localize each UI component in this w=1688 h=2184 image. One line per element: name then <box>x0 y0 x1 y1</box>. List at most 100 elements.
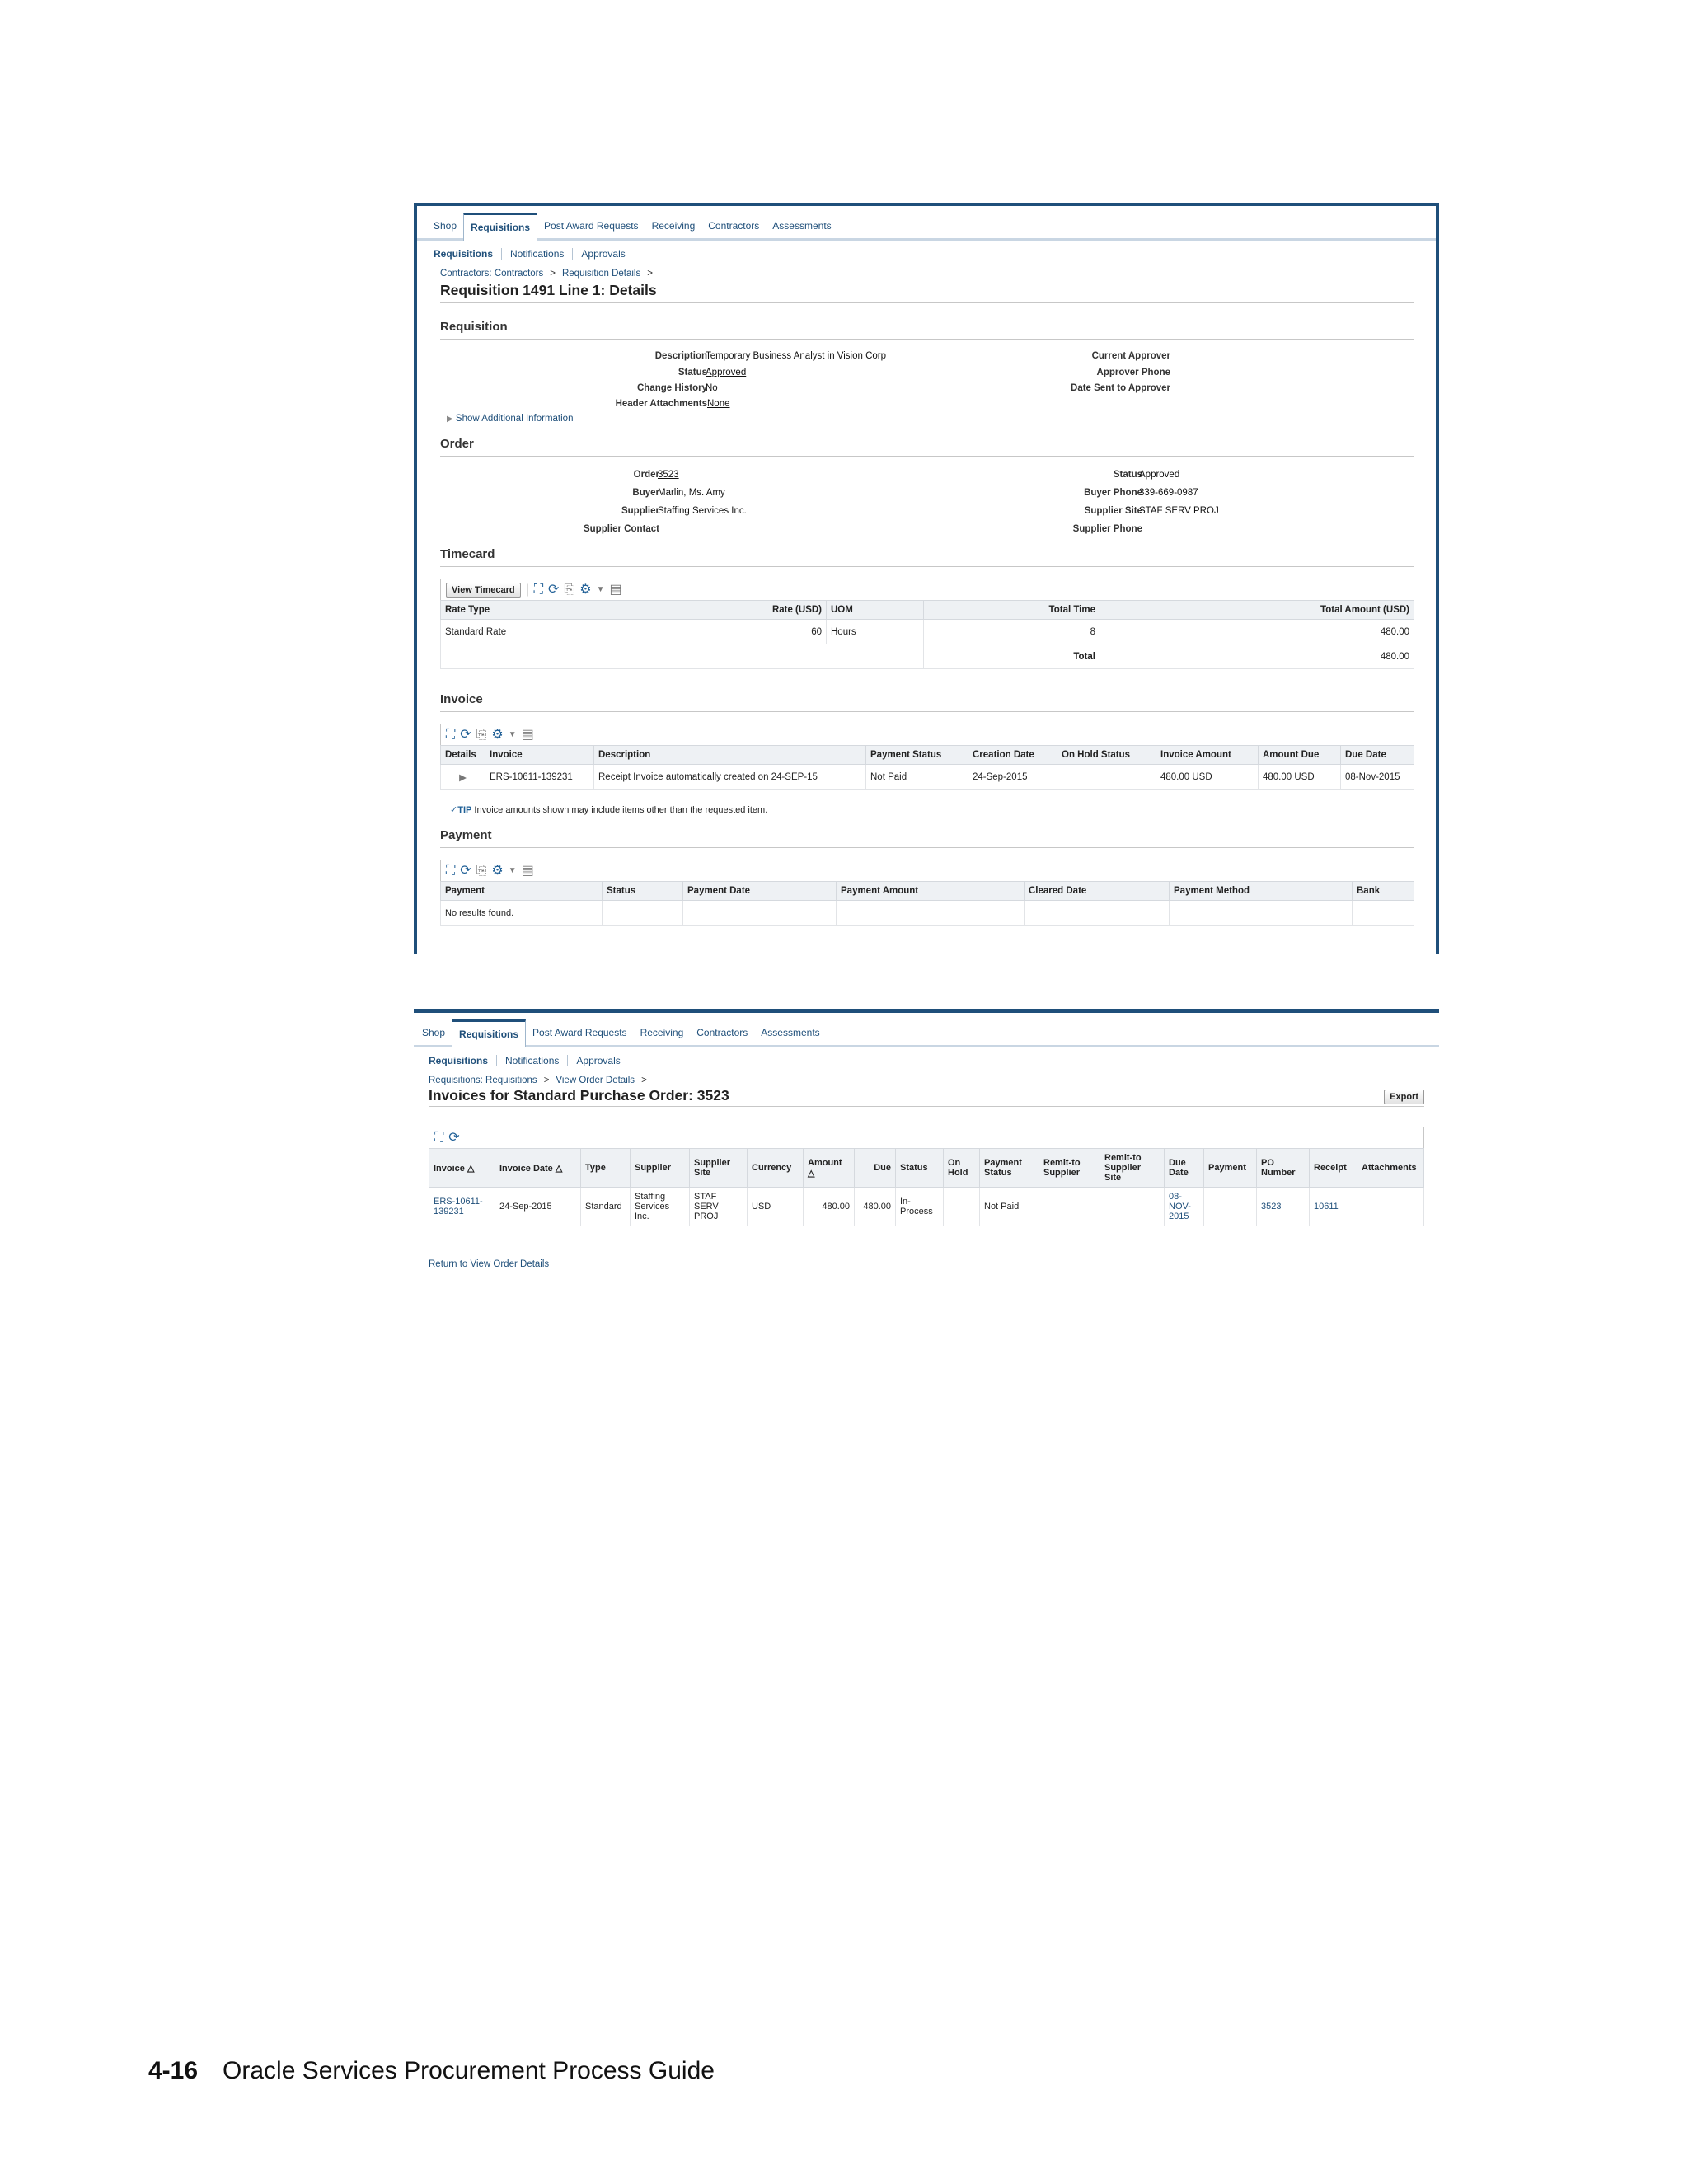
chevron-down-icon[interactable]: ▼ <box>509 866 517 875</box>
column-header[interactable]: Total Amount (USD) <box>1100 600 1414 620</box>
column-header[interactable]: Type <box>580 1148 631 1188</box>
return-link[interactable]: Return to View Order Details <box>429 1259 1439 1269</box>
subtab-approvals[interactable]: Approvals <box>568 1055 628 1066</box>
column-header[interactable]: Total Time <box>923 600 1100 620</box>
tab-requisitions[interactable]: Requisitions <box>452 1019 527 1047</box>
column-header[interactable]: Supplier Site <box>689 1148 748 1188</box>
column-header[interactable]: Payment Amount <box>836 881 1025 901</box>
gear-icon[interactable]: ⚙ <box>491 864 503 878</box>
po-number-link[interactable]: 3523 <box>1256 1187 1310 1226</box>
column-header[interactable]: Payment <box>440 881 603 901</box>
tab-requisitions[interactable]: Requisitions <box>463 213 538 241</box>
invoice-link[interactable]: ERS-10611-139231 <box>429 1187 495 1226</box>
breadcrumb-requisition-details[interactable]: Requisition Details <box>562 269 640 279</box>
header-attachments-link[interactable]: None <box>707 399 730 409</box>
subtab-requisitions[interactable]: Requisitions <box>429 1055 498 1066</box>
view-timecard-button[interactable]: View Timecard <box>446 582 521 598</box>
column-header[interactable]: Due Date <box>1164 1148 1204 1188</box>
buyer-value: Marlin, Ms. Amy <box>658 488 725 498</box>
subtab-approvals[interactable]: Approvals <box>573 248 633 260</box>
detach-icon[interactable]: ⛶ <box>446 728 455 742</box>
receipt-link[interactable]: 10611 <box>1309 1187 1357 1226</box>
column-header[interactable]: Remit-to Supplier <box>1039 1148 1100 1188</box>
subtab-notifications[interactable]: Notifications <box>502 248 574 260</box>
breadcrumb-view-order-details[interactable]: View Order Details <box>556 1076 635 1085</box>
column-header[interactable]: Amount △ <box>803 1148 855 1188</box>
column-header[interactable]: Payment Method <box>1169 881 1353 901</box>
column-header[interactable]: On Hold <box>943 1148 980 1188</box>
tab-contractors[interactable]: Contractors <box>701 220 766 238</box>
tab-post-award-requests[interactable]: Post Award Requests <box>537 220 645 238</box>
order-number-link[interactable]: 3523 <box>658 470 679 480</box>
column-header[interactable]: Remit-to Supplier Site <box>1100 1148 1165 1188</box>
column-header[interactable]: UOM <box>826 600 924 620</box>
expand-row-icon[interactable]: ▶ <box>440 764 485 790</box>
column-header[interactable]: Status <box>895 1148 944 1188</box>
refresh-icon[interactable]: ⟳ <box>460 864 471 878</box>
detach-icon[interactable]: ⛶ <box>534 583 543 597</box>
freeze-icon[interactable]: ⎘ <box>564 583 574 597</box>
breadcrumb-requisitions[interactable]: Requisitions: Requisitions <box>429 1076 537 1085</box>
tab-receiving[interactable]: Receiving <box>634 1027 691 1045</box>
column-header[interactable]: Attachments <box>1357 1148 1424 1188</box>
buyer-phone-label: Buyer Phone <box>1084 488 1142 498</box>
tab-receiving[interactable]: Receiving <box>645 220 702 238</box>
column-header[interactable]: Invoice Amount <box>1156 745 1259 765</box>
detach-icon[interactable]: ⛶ <box>434 1131 443 1145</box>
breadcrumb-contractors[interactable]: Contractors: Contractors <box>440 269 543 279</box>
chevron-down-icon[interactable]: ▼ <box>597 585 605 594</box>
refresh-icon[interactable]: ⟳ <box>448 1131 459 1145</box>
remit-to-supplier <box>1039 1187 1100 1226</box>
freeze-icon[interactable]: ⎘ <box>476 864 487 878</box>
tip-message: ✓TIP Invoice amounts shown may include i… <box>440 804 1414 815</box>
column-header[interactable]: PO Number <box>1256 1148 1310 1188</box>
export-button[interactable]: Export <box>1384 1090 1424 1104</box>
column-header[interactable]: Status <box>602 881 683 901</box>
column-header[interactable]: Bank <box>1352 881 1414 901</box>
subtab-notifications[interactable]: Notifications <box>497 1055 569 1066</box>
column-header[interactable]: Payment Date <box>682 881 837 901</box>
chevron-down-icon[interactable]: ▼ <box>509 730 517 739</box>
column-header[interactable]: Description <box>593 745 866 765</box>
column-header[interactable]: Invoice <box>485 745 594 765</box>
column-header[interactable]: Due <box>854 1148 896 1188</box>
tab-assessments[interactable]: Assessments <box>766 220 837 238</box>
column-header[interactable]: Invoice △ <box>429 1148 495 1188</box>
columns-icon[interactable]: ▤ <box>609 583 621 597</box>
refresh-icon[interactable]: ⟳ <box>548 583 559 597</box>
detach-icon[interactable]: ⛶ <box>446 864 455 878</box>
column-header[interactable]: Rate Type <box>440 600 645 620</box>
column-header[interactable]: Amount Due <box>1258 745 1341 765</box>
column-header[interactable]: Payment Status <box>865 745 968 765</box>
order-label: Order <box>633 470 659 480</box>
columns-icon[interactable]: ▤ <box>522 864 534 878</box>
column-header[interactable]: Due Date <box>1340 745 1414 765</box>
show-additional-info-link[interactable]: ▶ Show Additional Information <box>447 414 573 424</box>
column-header[interactable]: Cleared Date <box>1024 881 1170 901</box>
column-header[interactable]: Supplier <box>630 1148 690 1188</box>
column-header[interactable]: Receipt <box>1309 1148 1357 1188</box>
status-link[interactable]: Approved <box>706 368 746 377</box>
gear-icon[interactable]: ⚙ <box>579 583 591 597</box>
due-date-link[interactable]: 08-NOV-2015 <box>1164 1187 1204 1226</box>
freeze-icon[interactable]: ⎘ <box>476 728 487 742</box>
column-header[interactable]: Details <box>440 745 485 765</box>
tab-post-award-requests[interactable]: Post Award Requests <box>526 1027 634 1045</box>
invoices-table: Invoice △ Invoice Date △ Type Supplier S… <box>429 1148 1424 1226</box>
tab-shop[interactable]: Shop <box>415 1027 452 1045</box>
tab-contractors[interactable]: Contractors <box>690 1027 754 1045</box>
column-header[interactable]: On Hold Status <box>1057 745 1156 765</box>
refresh-icon[interactable]: ⟳ <box>460 728 471 742</box>
column-header[interactable]: Rate (USD) <box>645 600 827 620</box>
column-header[interactable]: Payment Status <box>979 1148 1039 1188</box>
columns-icon[interactable]: ▤ <box>522 728 534 742</box>
tab-assessments[interactable]: Assessments <box>754 1027 826 1045</box>
subtab-requisitions[interactable]: Requisitions <box>434 248 503 260</box>
tab-shop[interactable]: Shop <box>427 220 463 238</box>
column-header[interactable]: Currency <box>747 1148 804 1188</box>
gear-icon[interactable]: ⚙ <box>491 728 503 742</box>
column-header[interactable]: Payment <box>1203 1148 1257 1188</box>
column-header[interactable]: Creation Date <box>968 745 1057 765</box>
column-header[interactable]: Invoice Date △ <box>495 1148 581 1188</box>
on-hold <box>943 1187 980 1226</box>
